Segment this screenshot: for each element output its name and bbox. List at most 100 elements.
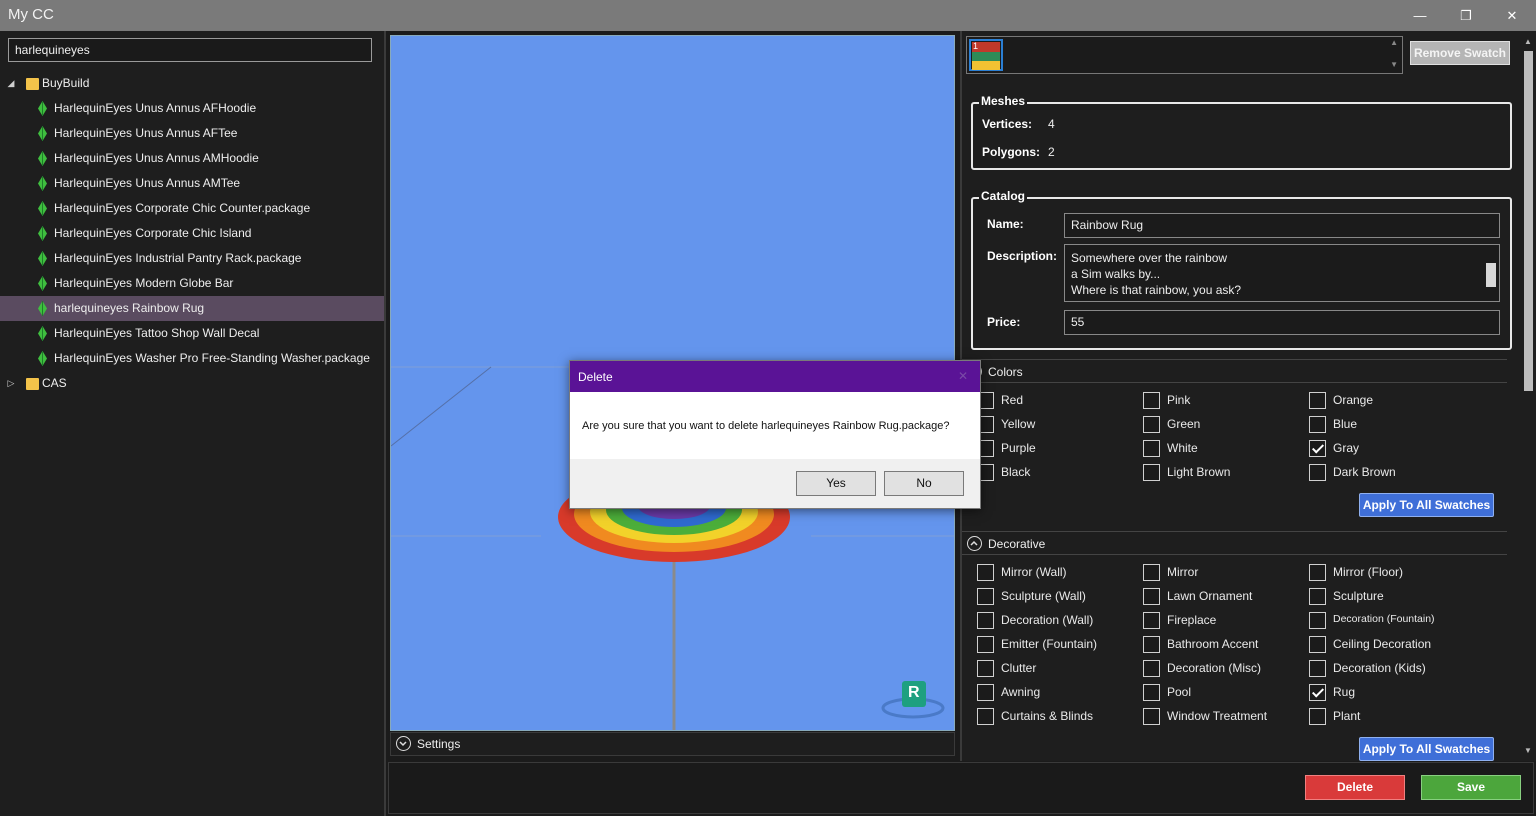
badge-letter: R xyxy=(908,684,920,701)
checkbox-label: Decoration (Kids) xyxy=(1333,661,1426,675)
checkbox[interactable] xyxy=(1143,392,1160,409)
checkbox[interactable] xyxy=(1143,464,1160,481)
collapse-icon[interactable]: ▷ xyxy=(5,371,17,396)
scroll-thumb[interactable] xyxy=(1524,51,1533,391)
expand-icon[interactable]: ◢ xyxy=(5,71,17,96)
checkbox[interactable] xyxy=(1143,612,1160,629)
checkbox[interactable] xyxy=(1143,684,1160,701)
swatch-list[interactable]: 1 ▲ ▼ xyxy=(966,36,1403,74)
swatch-thumbnail[interactable]: 1 xyxy=(969,39,1003,71)
delete-confirm-dialog: Delete ✕ Are you sure that you want to d… xyxy=(569,360,981,509)
checkbox-label: Clutter xyxy=(1001,661,1037,675)
checkbox[interactable] xyxy=(1143,660,1160,677)
checkbox[interactable] xyxy=(1143,588,1160,605)
swatch-number: 1 xyxy=(973,41,979,51)
checkbox[interactable] xyxy=(1309,684,1326,701)
tree-item[interactable]: HarlequinEyes Industrial Pantry Rack.pac… xyxy=(0,246,384,271)
title-bar: My CC — ❐ ✕ xyxy=(0,0,1536,31)
tree-item[interactable]: harlequineyes Rainbow Rug xyxy=(0,296,384,321)
checkbox[interactable] xyxy=(977,588,994,605)
tree-item-label: HarlequinEyes Corporate Chic Island xyxy=(54,226,252,240)
checkbox[interactable] xyxy=(1143,416,1160,433)
dialog-yes-button[interactable]: Yes xyxy=(796,471,876,496)
checkbox-label: Plant xyxy=(1333,709,1361,723)
checkbox[interactable] xyxy=(977,708,994,725)
checkbox[interactable] xyxy=(1309,464,1326,481)
plumbob-icon xyxy=(38,126,47,141)
checkbox[interactable] xyxy=(1143,708,1160,725)
chevron-up-icon[interactable] xyxy=(967,536,982,551)
checkbox[interactable] xyxy=(977,684,994,701)
tree-item[interactable]: HarlequinEyes Unus Annus AMHoodie xyxy=(0,146,384,171)
checkbox[interactable] xyxy=(977,660,994,677)
name-field[interactable]: Rainbow Rug xyxy=(1064,213,1500,238)
tree-item[interactable]: HarlequinEyes Washer Pro Free-Standing W… xyxy=(0,346,384,371)
price-field[interactable]: 55 xyxy=(1064,310,1500,335)
tree-item[interactable]: HarlequinEyes Unus Annus AFTee xyxy=(0,121,384,146)
remove-swatch-button[interactable]: Remove Swatch xyxy=(1410,41,1510,65)
checkbox[interactable] xyxy=(977,564,994,581)
decorative-apply-all-button[interactable]: Apply To All Swatches xyxy=(1359,737,1494,761)
plumbob-icon xyxy=(38,251,47,266)
checkbox[interactable] xyxy=(1309,612,1326,629)
restore-button[interactable]: ❐ xyxy=(1443,0,1489,31)
tree-item[interactable]: HarlequinEyes Modern Globe Bar xyxy=(0,271,384,296)
plumbob-icon xyxy=(38,351,47,366)
tree-item-label: harlequineyes Rainbow Rug xyxy=(54,301,205,315)
scroll-down-icon[interactable]: ▼ xyxy=(1524,746,1532,755)
decorative-expander[interactable]: Decorative xyxy=(962,531,1507,555)
checkbox[interactable] xyxy=(1309,588,1326,605)
tree-item[interactable]: HarlequinEyes Unus Annus AMTee xyxy=(0,171,384,196)
dialog-close-icon[interactable]: ✕ xyxy=(958,369,968,383)
polygons-label: Polygons: xyxy=(982,145,1041,159)
minimize-button[interactable]: — xyxy=(1397,0,1443,31)
tree-item[interactable]: HarlequinEyes Corporate Chic Counter.pac… xyxy=(0,196,384,221)
colors-apply-all-button[interactable]: Apply To All Swatches xyxy=(1359,493,1494,517)
checkbox[interactable] xyxy=(1309,660,1326,677)
checkbox[interactable] xyxy=(1309,392,1326,409)
delete-button[interactable]: Delete xyxy=(1305,775,1405,800)
checkbox[interactable] xyxy=(1143,564,1160,581)
plumbob-icon xyxy=(38,176,47,191)
tree-item[interactable]: HarlequinEyes Tattoo Shop Wall Decal xyxy=(0,321,384,346)
checkbox-label: Light Brown xyxy=(1167,465,1231,479)
vertices-value: 4 xyxy=(1048,117,1055,131)
swatch-scroll-up-icon[interactable]: ▲ xyxy=(1390,38,1398,47)
checkbox-label: Red xyxy=(1001,393,1024,407)
tree-folder-cas[interactable]: ▷ CAS xyxy=(0,371,384,396)
plumbob-icon xyxy=(38,101,47,116)
tree-folder-buybuild[interactable]: ◢ BuyBuild xyxy=(0,71,384,96)
description-scroll-thumb[interactable] xyxy=(1486,263,1496,287)
scroll-up-icon[interactable]: ▲ xyxy=(1524,37,1532,46)
checkbox[interactable] xyxy=(1143,440,1160,457)
decorative-header: Decorative xyxy=(988,537,1046,551)
close-button[interactable]: ✕ xyxy=(1489,0,1535,31)
tree-item[interactable]: HarlequinEyes Unus Annus AFHoodie xyxy=(0,96,384,121)
tree-item[interactable]: HarlequinEyes Corporate Chic Island xyxy=(0,221,384,246)
save-button[interactable]: Save xyxy=(1421,775,1521,800)
properties-scrollbar[interactable]: ▲ ▼ xyxy=(1521,31,1536,761)
checkbox-label: Decoration (Misc) xyxy=(1167,661,1262,675)
chevron-down-icon[interactable] xyxy=(396,736,411,751)
dialog-no-button[interactable]: No xyxy=(884,471,964,496)
checkbox[interactable] xyxy=(1309,636,1326,653)
description-line: Somewhere over the rainbow xyxy=(1071,251,1228,265)
name-label: Name: xyxy=(987,217,1024,231)
checkbox-label: Pink xyxy=(1167,393,1191,407)
checkbox[interactable] xyxy=(1309,708,1326,725)
checkbox[interactable] xyxy=(1143,636,1160,653)
checkbox-label: Green xyxy=(1167,417,1201,431)
checkbox[interactable] xyxy=(1309,564,1326,581)
colors-expander[interactable]: Colors xyxy=(962,359,1507,383)
folder-label: BuyBuild xyxy=(42,76,90,90)
plumbob-icon xyxy=(38,326,47,341)
search-input[interactable] xyxy=(8,38,372,62)
checkbox[interactable] xyxy=(977,636,994,653)
checkbox[interactable] xyxy=(1309,440,1326,457)
checkbox[interactable] xyxy=(977,612,994,629)
settings-expander[interactable]: Settings xyxy=(390,732,955,756)
checkbox[interactable] xyxy=(1309,416,1326,433)
description-field[interactable]: Somewhere over the rainbow a Sim walks b… xyxy=(1064,244,1500,302)
swatch-scroll-down-icon[interactable]: ▼ xyxy=(1390,60,1398,69)
settings-label: Settings xyxy=(417,737,461,751)
